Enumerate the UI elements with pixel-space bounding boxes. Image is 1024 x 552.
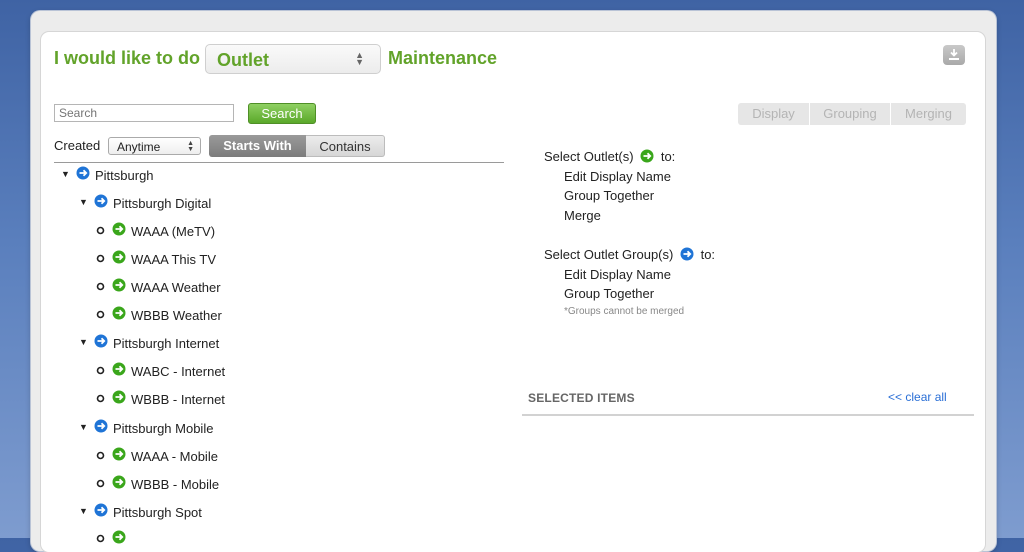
blue-arrow-circle-icon bbox=[680, 247, 694, 261]
outlet-help-title-row: Select Outlet(s) to: bbox=[544, 147, 675, 167]
tree-outlet-label: WBBB Weather bbox=[131, 308, 222, 323]
blue-arrow-circle-icon bbox=[76, 166, 90, 180]
green-arrow-circle-icon bbox=[640, 149, 654, 163]
tree-outlet-label: WAAA This TV bbox=[131, 252, 217, 267]
tree-group-label: Pittsburgh Internet bbox=[113, 336, 220, 351]
tree-outlet-label: WABC - Internet bbox=[131, 364, 226, 379]
group-merge-note: *Groups cannot be merged bbox=[564, 305, 685, 317]
display-button[interactable]: Display bbox=[738, 103, 810, 125]
green-arrow-circle-icon bbox=[112, 362, 126, 376]
select-arrows-icon: ▲ ▼ bbox=[187, 140, 194, 153]
search-input[interactable] bbox=[54, 104, 234, 122]
created-label: Created bbox=[54, 138, 101, 153]
green-arrow-circle-icon bbox=[112, 447, 126, 461]
green-arrow-circle-icon bbox=[112, 250, 126, 264]
blue-arrow-circle-icon bbox=[94, 194, 108, 208]
created-select-value: Anytime bbox=[117, 140, 161, 154]
clear-all-link[interactable]: << clear all bbox=[888, 390, 947, 404]
group-help-title-row: Select Outlet Group(s) to: bbox=[544, 245, 715, 265]
green-arrow-circle-icon bbox=[112, 390, 126, 404]
expand-triangle-icon[interactable]: ▼ bbox=[79, 337, 88, 347]
select-arrows-icon: ▲ ▼ bbox=[355, 50, 364, 67]
download-button[interactable] bbox=[943, 45, 965, 65]
outlet-help-step: Merge bbox=[564, 207, 601, 223]
tree-outlet-label: WBBB - Mobile bbox=[131, 477, 220, 492]
tree-node-label: Pittsburgh bbox=[95, 168, 154, 183]
outlet-help: Select Outlet(s) to: Edit Display Name G… bbox=[544, 147, 675, 225]
group-help-to: to: bbox=[700, 247, 716, 262]
tree-divider bbox=[54, 162, 504, 163]
merging-button[interactable]: Merging bbox=[891, 103, 966, 125]
search-button[interactable]: Search bbox=[248, 103, 316, 124]
tree-outlet-label: WAAA (MeTV) bbox=[131, 224, 216, 239]
tree-outlet-label: WAAA Weather bbox=[131, 280, 221, 295]
expand-triangle-icon[interactable]: ▼ bbox=[79, 197, 88, 207]
bullet-icon bbox=[96, 254, 105, 263]
bullet-icon bbox=[96, 226, 105, 235]
green-arrow-circle-icon bbox=[112, 306, 126, 320]
maintenance-type-value: Outlet bbox=[217, 50, 269, 70]
bullet-icon bbox=[96, 310, 105, 319]
selected-items-divider bbox=[522, 414, 974, 416]
tree-outlet-label: WAAA - Mobile bbox=[131, 449, 218, 464]
outlet-help-step: Group Together bbox=[564, 188, 655, 203]
selected-items-title: SELECTED ITEMS bbox=[528, 391, 635, 405]
blue-arrow-circle-icon bbox=[94, 334, 108, 348]
blue-arrow-circle-icon bbox=[94, 503, 108, 517]
green-arrow-circle-icon bbox=[112, 222, 126, 236]
tree-group-label: Pittsburgh Mobile bbox=[113, 421, 214, 436]
bullet-icon bbox=[96, 366, 105, 375]
download-icon bbox=[949, 49, 959, 60]
bullet-icon bbox=[96, 479, 105, 488]
expand-triangle-icon[interactable]: ▼ bbox=[79, 506, 88, 516]
green-arrow-circle-icon bbox=[112, 530, 126, 544]
headline-prefix: I would like to do bbox=[54, 48, 200, 68]
bullet-icon bbox=[96, 451, 105, 460]
green-arrow-circle-icon bbox=[112, 278, 126, 292]
expand-triangle-icon[interactable]: ▼ bbox=[61, 169, 70, 179]
group-help-step: Group Together bbox=[564, 286, 655, 301]
blue-arrow-circle-icon bbox=[94, 419, 108, 433]
action-buttons: Display Grouping Merging bbox=[738, 103, 966, 125]
match-mode-toggle: Starts With Contains bbox=[209, 135, 385, 157]
outlet-help-title: Select Outlet(s) bbox=[544, 149, 634, 164]
tree-group-label: Pittsburgh Digital bbox=[113, 196, 212, 211]
group-help: Select Outlet Group(s) to: Edit Display … bbox=[544, 245, 715, 320]
group-help-title: Select Outlet Group(s) bbox=[544, 247, 674, 262]
green-arrow-circle-icon bbox=[112, 475, 126, 489]
outlet-help-to: to: bbox=[660, 149, 676, 164]
maintenance-type-select[interactable]: Outlet ▲ ▼ bbox=[205, 44, 381, 74]
grouping-button[interactable]: Grouping bbox=[810, 103, 891, 125]
expand-triangle-icon[interactable]: ▼ bbox=[79, 422, 88, 432]
bullet-icon bbox=[96, 282, 105, 291]
headline-suffix: Maintenance bbox=[388, 48, 498, 68]
outlet-help-step: Edit Display Name bbox=[564, 168, 671, 184]
created-select[interactable]: Anytime ▲ ▼ bbox=[108, 137, 201, 155]
bullet-icon bbox=[96, 394, 105, 403]
tree-group-label: Pittsburgh Spot bbox=[113, 505, 202, 520]
contains-toggle[interactable]: Contains bbox=[306, 135, 385, 157]
tree-outlet-label: WBBB - Internet bbox=[131, 392, 225, 407]
group-help-step: Edit Display Name bbox=[564, 266, 671, 282]
starts-with-toggle[interactable]: Starts With bbox=[209, 135, 306, 157]
bullet-icon bbox=[96, 534, 105, 543]
